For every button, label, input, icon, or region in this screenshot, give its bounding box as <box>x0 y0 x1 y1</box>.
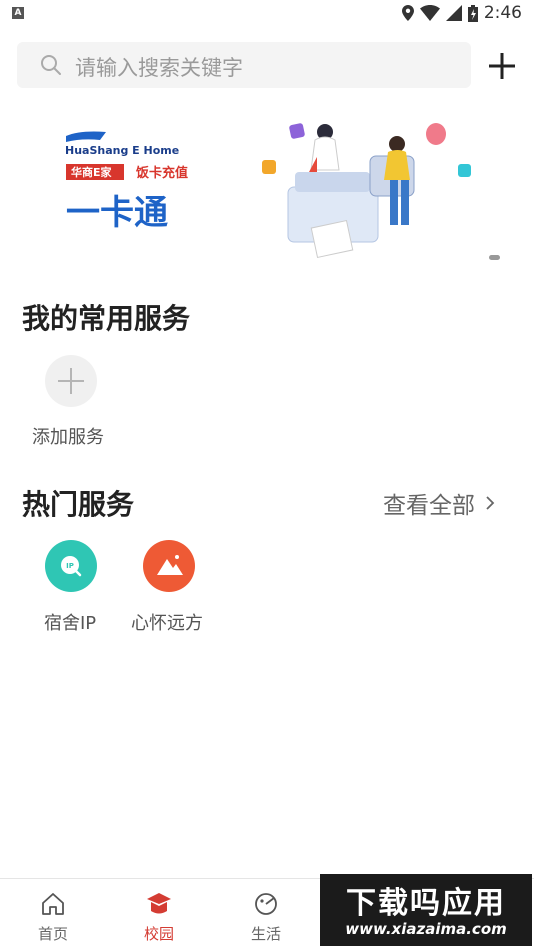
wifi-icon <box>419 5 440 21</box>
heart-far-service[interactable] <box>143 540 195 592</box>
banner-tag2: 饭卡充值 <box>135 165 188 181</box>
view-all-link[interactable]: 查看全部 <box>383 486 495 520</box>
watermark: 下载吗应用 www.xiazaima.com <box>320 874 532 946</box>
status-time: 2:46 <box>483 3 522 23</box>
dorm-ip-label: 宿舍IP <box>44 613 97 634</box>
home-icon <box>42 893 64 915</box>
watermark-title: 下载吗应用 <box>346 886 506 921</box>
ip-icon: IP <box>61 556 82 577</box>
view-all-label: 查看全部 <box>383 493 475 519</box>
banner-brand: HuaShang E Home <box>65 144 179 157</box>
location-icon <box>401 5 414 21</box>
mountain-icon <box>157 555 183 575</box>
banner-indicator <box>489 255 500 260</box>
plus-icon <box>58 368 84 394</box>
banner-tag1: 华商E家 <box>71 165 113 179</box>
heart-far-label: 心怀远方 <box>131 613 203 634</box>
my-services-title: 我的常用服务 <box>22 302 191 335</box>
add-icon[interactable] <box>486 50 518 82</box>
banner-artwork: HuaShang E Home 华商E家 饭卡充值 一卡通 <box>65 123 471 259</box>
tab-home[interactable]: 首页 <box>18 891 88 944</box>
promo-banner[interactable]: HuaShang E Home 华商E家 饭卡充值 一卡通 <box>40 112 510 272</box>
tab-campus[interactable]: 校园 <box>124 891 194 944</box>
add-service-button[interactable] <box>45 355 97 407</box>
search-placeholder: 请输入搜索关键字 <box>75 56 243 80</box>
tab-home-label: 首页 <box>37 925 68 943</box>
tab-life[interactable]: 生活 <box>231 891 301 944</box>
status-right: 2:46 <box>401 3 522 23</box>
life-icon <box>255 893 277 915</box>
svg-text:IP: IP <box>66 562 74 570</box>
search-bar[interactable]: 请输入搜索关键字 <box>17 42 471 88</box>
watermark-url: www.xiazaima.com <box>345 920 507 938</box>
status-bar: A 2:46 <box>0 0 534 30</box>
signal-icon <box>445 5 462 21</box>
search-icon <box>41 55 61 75</box>
a-notification-icon: A <box>12 7 24 19</box>
tab-life-label: 生活 <box>250 925 281 943</box>
dorm-ip-service[interactable]: IP <box>45 540 97 592</box>
hot-services-title: 热门服务 <box>22 488 135 521</box>
tab-campus-label: 校园 <box>143 925 174 943</box>
add-service-label: 添加服务 <box>32 427 104 448</box>
battery-icon <box>467 4 478 22</box>
chevron-right-icon <box>486 496 495 510</box>
campus-icon <box>147 893 171 914</box>
banner-headline: 一卡通 <box>66 193 168 233</box>
